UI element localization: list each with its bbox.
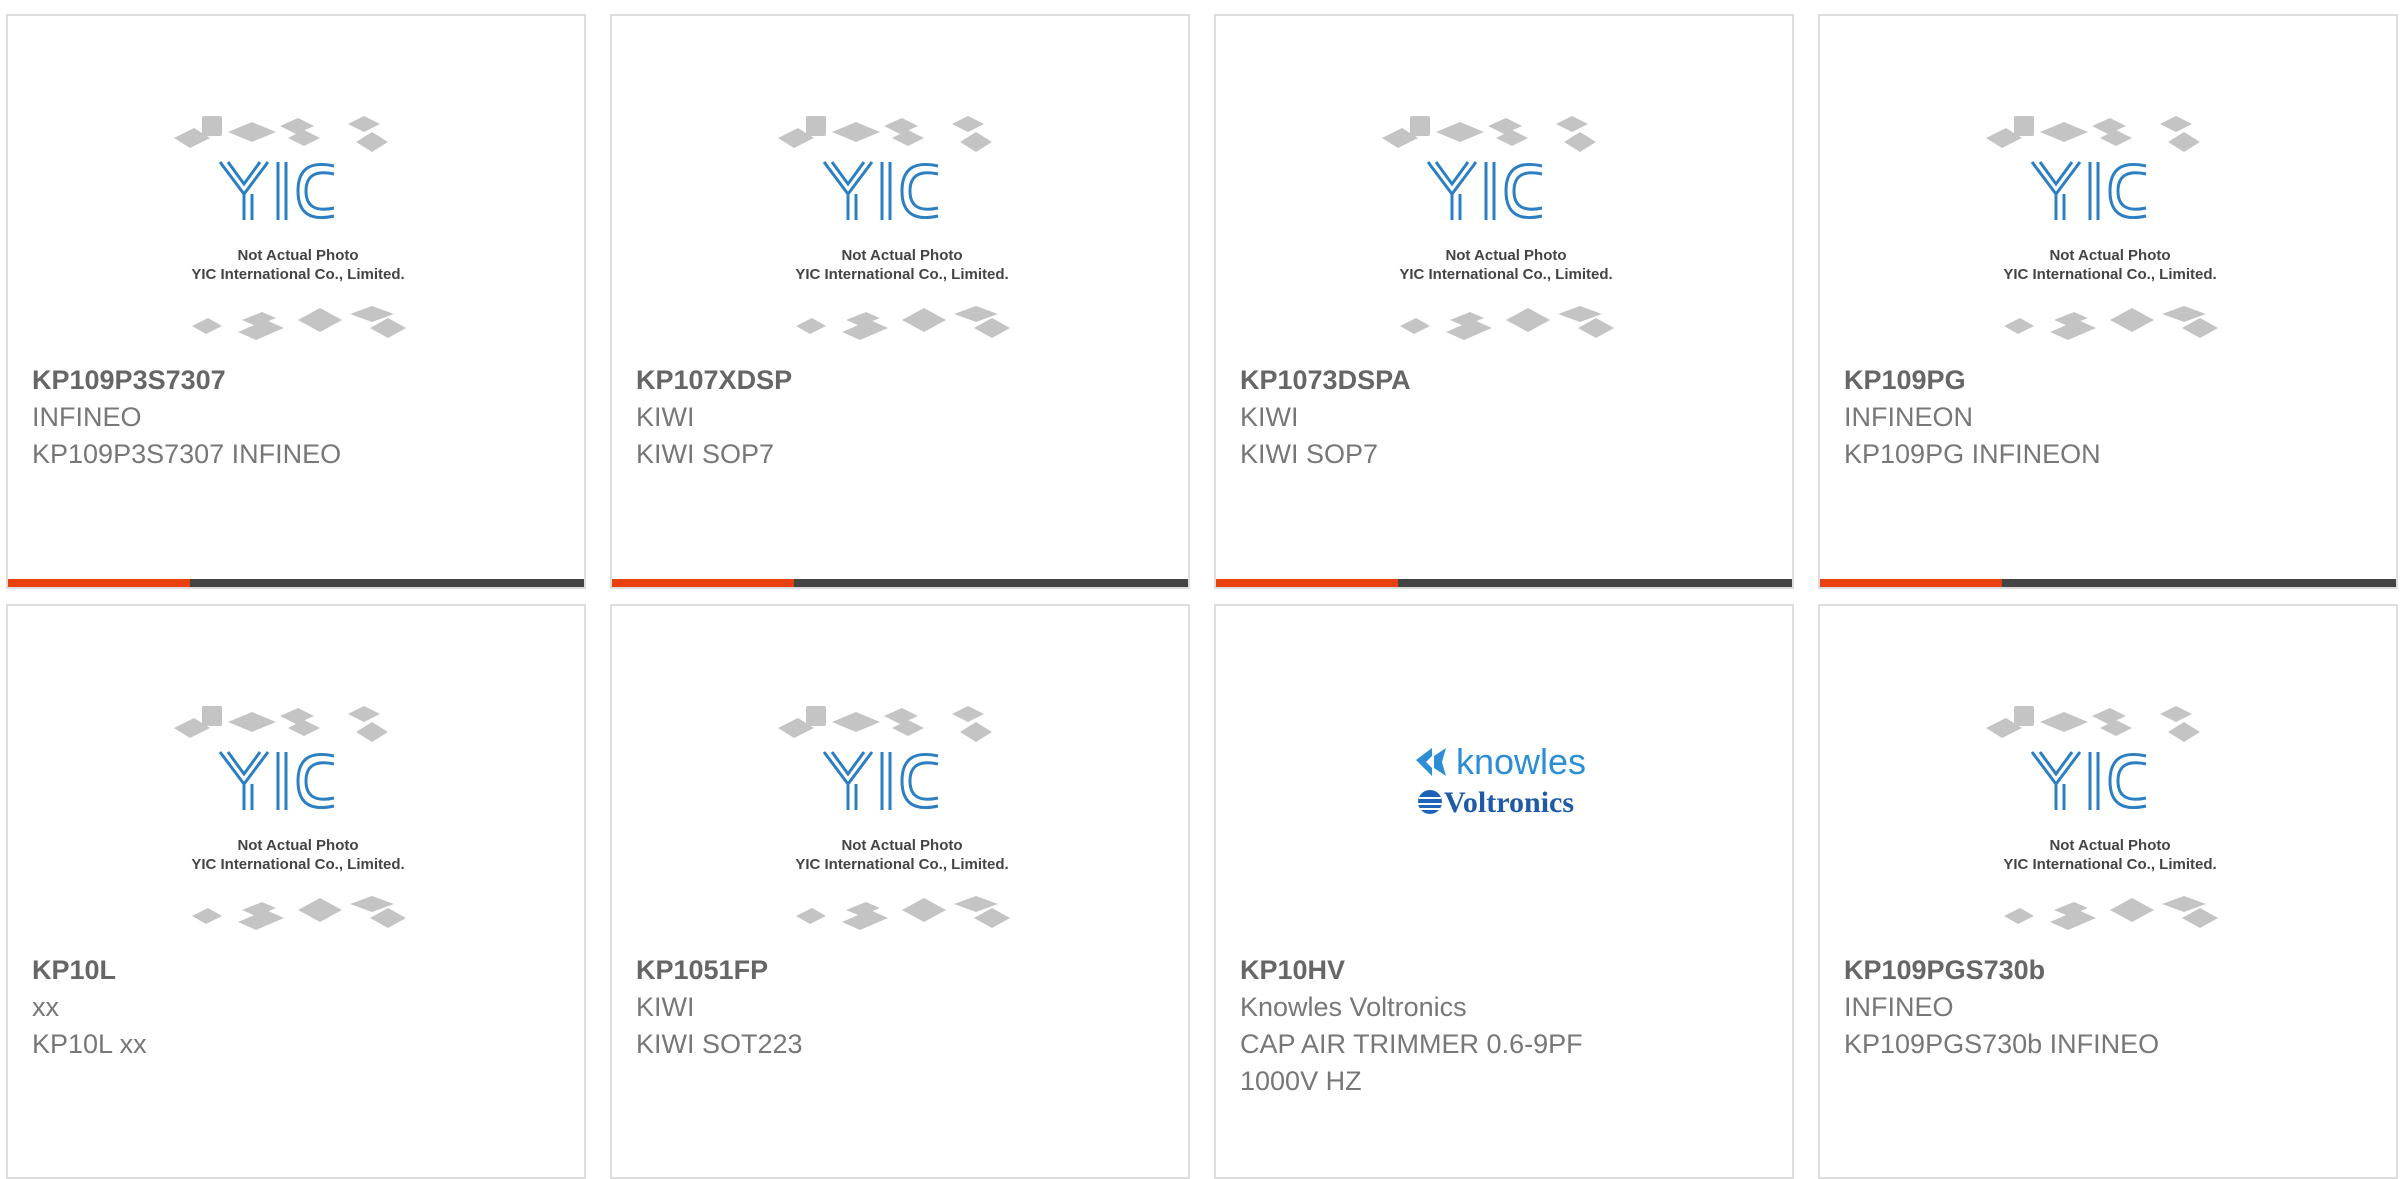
caption-line1: Not Actual Photo (1445, 247, 1566, 264)
part-number[interactable]: KP10HV (1240, 952, 1772, 989)
placeholder-image[interactable]: Not Actual Photo YIC International Co., … (1970, 102, 2250, 358)
manufacturer-logo[interactable]: knowles Voltronics (1386, 718, 1626, 858)
placeholder-image[interactable]: Not Actual Photo YIC International Co., … (1366, 102, 1646, 358)
description: KIWI SOP7 (1240, 439, 1379, 469)
placeholder-image[interactable]: Not Actual Photo YIC International Co., … (158, 102, 438, 358)
manufacturer: INFINEON (1844, 402, 1974, 432)
placeholder-image[interactable]: Not Actual Photo YIC International Co., … (762, 692, 1042, 948)
yic-placeholder-graphic: Not Actual Photo YIC International Co., … (174, 706, 406, 930)
manufacturer: xx (32, 992, 59, 1022)
manufacturer: KIWI (636, 402, 695, 432)
caption-line2: YIC International Co., Limited. (191, 856, 404, 873)
product-grid: Not Actual Photo YIC International Co., … (0, 0, 2400, 1179)
card-bar (612, 579, 1188, 587)
caption-line2: YIC International Co., Limited. (795, 856, 1008, 873)
part-number[interactable]: KP109PG (1844, 362, 2376, 399)
placeholder-image[interactable]: Not Actual Photo YIC International Co., … (158, 692, 438, 948)
description: KIWI SOT223 (636, 1029, 803, 1059)
caption-line2: YIC International Co., Limited. (1399, 266, 1612, 283)
yic-placeholder-graphic: Not Actual Photo YIC International Co., … (174, 116, 406, 340)
manufacturer: INFINEO (32, 402, 142, 432)
product-card[interactable]: knowles Voltronics KP10HV Knowles Voltro… (1214, 604, 1794, 1179)
product-card[interactable]: Not Actual Photo YIC International Co., … (1214, 14, 1794, 589)
placeholder-image[interactable]: Not Actual Photo YIC International Co., … (762, 102, 1042, 358)
caption-line2: YIC International Co., Limited. (2003, 266, 2216, 283)
yic-placeholder-graphic: Not Actual Photo YIC International Co., … (1382, 116, 1614, 340)
part-number[interactable]: KP109PGS730b (1844, 952, 2376, 989)
product-card[interactable]: Not Actual Photo YIC International Co., … (1818, 14, 2398, 589)
yic-placeholder-graphic: Not Actual Photo YIC International Co., … (1986, 706, 2218, 930)
card-bar (1216, 579, 1792, 587)
card-bar-accent (8, 579, 190, 587)
yic-placeholder-graphic: Not Actual Photo YIC International Co., … (778, 116, 1010, 340)
description: KP109P3S7307 INFINEO (32, 439, 342, 469)
part-number[interactable]: KP1073DSPA (1240, 362, 1772, 399)
description: KP109PGS730b INFINEO (1844, 1029, 2160, 1059)
manufacturer: Knowles Voltronics (1240, 992, 1467, 1022)
yic-placeholder-graphic: Not Actual Photo YIC International Co., … (778, 706, 1010, 930)
part-number[interactable]: KP107XDSP (636, 362, 1168, 399)
caption-line1: Not Actual Photo (841, 837, 962, 854)
card-bar-accent (612, 579, 794, 587)
placeholder-image[interactable]: Not Actual Photo YIC International Co., … (1970, 692, 2250, 948)
knowles-voltronics-logo: knowles Voltronics (1416, 741, 1586, 819)
caption-line1: Not Actual Photo (237, 247, 358, 264)
description: KIWI SOP7 (636, 439, 775, 469)
card-bar-accent (1820, 579, 2002, 587)
yic-placeholder-graphic: Not Actual Photo YIC International Co., … (1986, 116, 2218, 340)
description: KP10L xx (32, 1029, 147, 1059)
part-number[interactable]: KP1051FP (636, 952, 1168, 989)
caption-line1: Not Actual Photo (841, 247, 962, 264)
card-bar (8, 579, 584, 587)
caption-line2: YIC International Co., Limited. (2003, 856, 2216, 873)
product-card[interactable]: Not Actual Photo YIC International Co., … (1818, 604, 2398, 1179)
product-card[interactable]: Not Actual Photo YIC International Co., … (6, 604, 586, 1179)
caption-line2: YIC International Co., Limited. (191, 266, 404, 283)
part-number[interactable]: KP109P3S7307 (32, 362, 564, 399)
manufacturer: KIWI (1240, 402, 1299, 432)
caption-line1: Not Actual Photo (2049, 247, 2170, 264)
part-number[interactable]: KP10L (32, 952, 564, 989)
product-card[interactable]: Not Actual Photo YIC International Co., … (6, 14, 586, 589)
logo-line1: knowles (1456, 741, 1586, 782)
caption-line1: Not Actual Photo (2049, 837, 2170, 854)
caption-line2: YIC International Co., Limited. (795, 266, 1008, 283)
manufacturer: INFINEO (1844, 992, 1954, 1022)
card-bar (1820, 579, 2396, 587)
caption-line1: Not Actual Photo (237, 837, 358, 854)
card-bar-accent (1216, 579, 1398, 587)
description: KP109PG INFINEON (1844, 439, 2101, 469)
product-card[interactable]: Not Actual Photo YIC International Co., … (610, 604, 1190, 1179)
description: CAP AIR TRIMMER 0.6-9PF 1000V HZ (1240, 1029, 1583, 1096)
product-card[interactable]: Not Actual Photo YIC International Co., … (610, 14, 1190, 589)
manufacturer: KIWI (636, 992, 695, 1022)
logo-line2: Voltronics (1444, 786, 1574, 819)
